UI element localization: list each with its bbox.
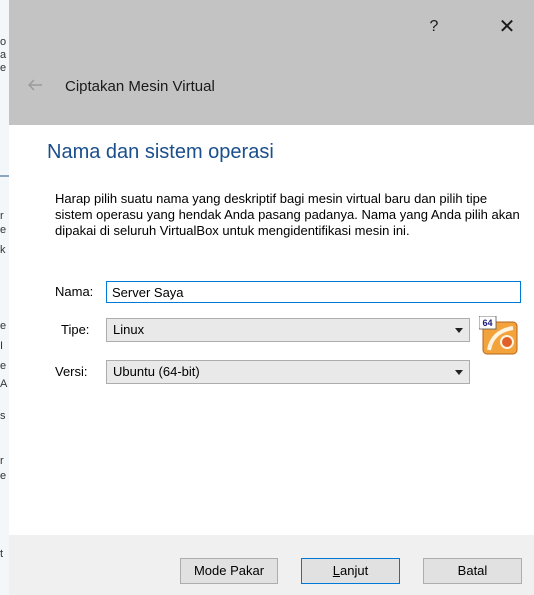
type-select-value: Linux: [113, 322, 145, 337]
version-select-value: Ubuntu (64-bit): [113, 364, 200, 379]
background-window: o a e r e k e I e A s r e t: [0, 0, 9, 595]
background-text: t: [0, 548, 4, 560]
type-label: Tipe:: [61, 322, 90, 337]
dialog-header: ? ✕ Ciptakan Mesin Virtual: [9, 0, 534, 125]
chevron-down-icon: [455, 370, 463, 375]
background-text: e: [0, 320, 7, 332]
page-description: Harap pilih suatu nama yang deskriptif b…: [55, 191, 520, 238]
background-text: e: [0, 224, 7, 236]
chevron-down-icon: [455, 328, 463, 333]
type-select[interactable]: Linux: [106, 318, 470, 342]
next-button-mnemonic: L: [332, 563, 341, 578]
next-button[interactable]: Lanjut: [301, 558, 400, 584]
background-text: e: [0, 62, 7, 74]
version-label: Versi:: [55, 364, 88, 379]
name-input[interactable]: [106, 281, 521, 303]
background-text: a: [0, 49, 7, 61]
create-vm-dialog: ? ✕ Ciptakan Mesin Virtual Nama dan sist…: [9, 0, 534, 595]
background-text: r: [0, 455, 4, 467]
ubuntu-64-icon: 64: [478, 315, 519, 356]
next-button-label: anjut: [340, 563, 369, 578]
help-button[interactable]: ?: [417, 12, 451, 42]
version-select[interactable]: Ubuntu (64-bit): [106, 360, 470, 384]
background-text: s: [0, 410, 6, 422]
background-text: I: [0, 340, 4, 352]
background-text: k: [0, 244, 6, 256]
os-badge-text: 64: [482, 318, 492, 328]
background-text: e: [0, 360, 7, 372]
background-divider: [0, 175, 9, 177]
screen: o a e r e k e I e A s r e t ? ✕ Ciptakan…: [0, 0, 534, 595]
expert-mode-button[interactable]: Mode Pakar: [180, 558, 278, 584]
background-text: o: [0, 36, 7, 48]
arrow-left-icon[interactable]: [25, 75, 47, 95]
background-text: A: [0, 378, 8, 390]
close-button[interactable]: ✕: [487, 12, 527, 42]
page-title: Nama dan sistem operasi: [47, 141, 274, 163]
background-text: r: [0, 210, 4, 222]
name-label: Nama:: [55, 284, 94, 299]
background-text: e: [0, 470, 7, 482]
cancel-button[interactable]: Batal: [423, 558, 522, 584]
wizard-title: Ciptakan Mesin Virtual: [65, 78, 215, 95]
